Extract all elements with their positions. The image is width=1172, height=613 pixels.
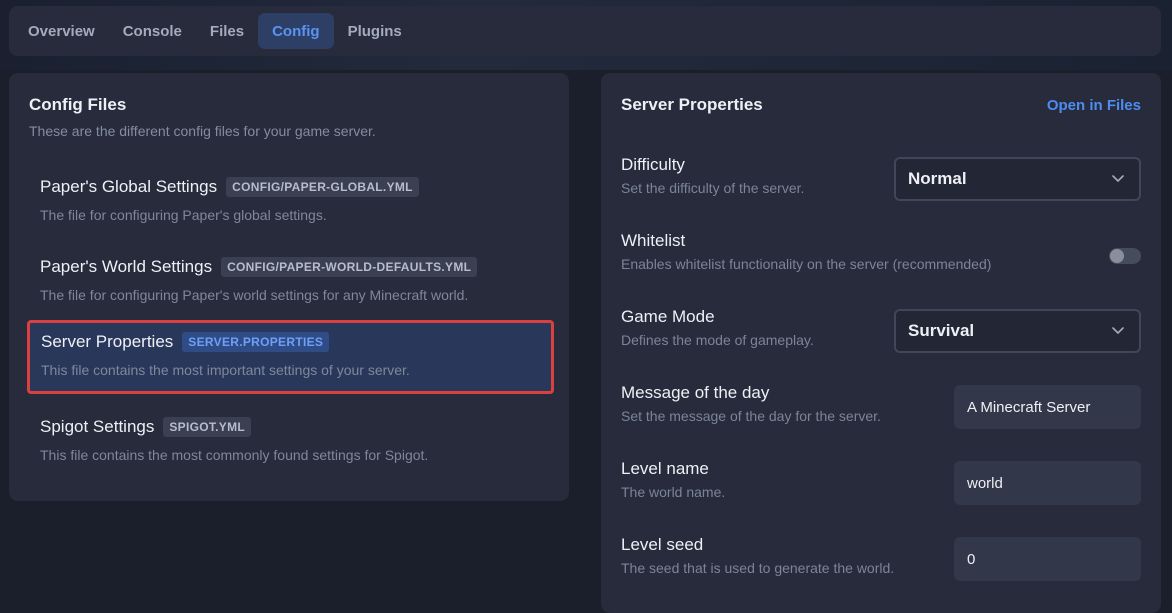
open-in-files-link[interactable]: Open in Files (1047, 97, 1141, 114)
level-name-label: Level name (621, 459, 709, 478)
tab-bar: Overview Console Files Config Plugins (9, 6, 1161, 56)
toggle-knob (1110, 249, 1124, 263)
whitelist-setting: Whitelist Enables whitelist functionalit… (621, 231, 1141, 281)
file-path-badge: CONFIG/PAPER-GLOBAL.YML (226, 177, 419, 197)
difficulty-select[interactable]: Normal (894, 157, 1141, 201)
difficulty-value: Normal (908, 169, 967, 188)
file-description: The file for configuring Paper's global … (40, 207, 327, 223)
file-path-badge: SPIGOT.YML (163, 417, 252, 437)
chevron-down-icon (1112, 175, 1124, 182)
level-seed-label: Level seed (621, 535, 704, 554)
level-seed-description: The seed that is used to generate the wo… (621, 560, 895, 576)
file-path-badge: SERVER.PROPERTIES (182, 332, 330, 352)
whitelist-toggle[interactable] (1109, 248, 1141, 264)
motd-description: Set the message of the day for the serve… (621, 408, 881, 424)
level-name-description: The world name. (621, 484, 726, 500)
server-properties-card: Server Properties Open in Files Difficul… (601, 73, 1161, 613)
tab-console[interactable]: Console (109, 13, 196, 49)
game-mode-select[interactable]: Survival (894, 309, 1141, 353)
config-file-paper-global[interactable]: Paper's Global Settings CONFIG/PAPER-GLO… (29, 165, 553, 237)
game-mode-label: Game Mode (621, 307, 715, 326)
difficulty-setting: Difficulty Set the difficulty of the ser… (621, 155, 1141, 205)
file-description: This file contains the most commonly fou… (40, 447, 429, 463)
file-path-badge: CONFIG/PAPER-WORLD-DEFAULTS.YML (221, 257, 478, 277)
difficulty-label: Difficulty (621, 155, 685, 174)
file-name: Server Properties (41, 332, 174, 351)
server-properties-title: Server Properties (621, 95, 763, 114)
motd-setting: Message of the day Set the message of th… (621, 383, 1141, 433)
config-files-title: Config Files (29, 95, 127, 114)
tab-plugins[interactable]: Plugins (334, 13, 416, 49)
motd-label: Message of the day (621, 383, 770, 402)
game-mode-setting: Game Mode Defines the mode of gameplay. … (621, 307, 1141, 357)
game-mode-value: Survival (908, 321, 975, 340)
tab-config[interactable]: Config (258, 13, 334, 49)
game-mode-description: Defines the mode of gameplay. (621, 332, 814, 348)
config-file-paper-world[interactable]: Paper's World Settings CONFIG/PAPER-WORL… (29, 245, 553, 317)
tab-files[interactable]: Files (196, 13, 258, 49)
level-name-input[interactable]: world (954, 461, 1141, 505)
whitelist-label: Whitelist (621, 231, 686, 250)
file-name: Paper's World Settings (40, 257, 213, 276)
level-seed-input[interactable]: 0 (954, 537, 1141, 581)
config-files-card: Config Files These are the different con… (9, 73, 569, 501)
difficulty-description: Set the difficulty of the server. (621, 180, 805, 196)
level-seed-setting: Level seed The seed that is used to gene… (621, 535, 1141, 585)
file-description: The file for configuring Paper's world s… (40, 287, 469, 303)
config-files-subtitle: These are the different config files for… (29, 123, 376, 139)
whitelist-description: Enables whitelist functionality on the s… (621, 256, 992, 272)
tab-overview[interactable]: Overview (14, 13, 109, 49)
chevron-down-icon (1112, 327, 1124, 334)
config-file-server-properties[interactable]: Server Properties SERVER.PROPERTIES This… (27, 320, 554, 394)
file-name: Paper's Global Settings (40, 177, 218, 196)
motd-input[interactable]: A Minecraft Server (954, 385, 1141, 429)
file-description: This file contains the most important se… (41, 362, 410, 378)
level-name-setting: Level name The world name. world (621, 459, 1141, 509)
file-name: Spigot Settings (40, 417, 155, 436)
config-file-spigot[interactable]: Spigot Settings SPIGOT.YML This file con… (29, 405, 553, 477)
